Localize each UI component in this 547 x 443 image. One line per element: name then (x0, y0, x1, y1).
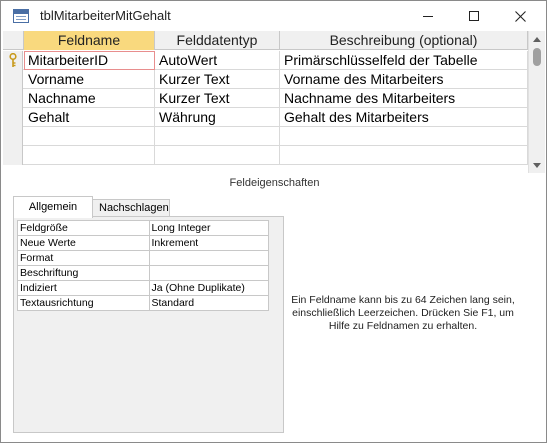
field-name-cell[interactable]: MitarbeiterID (24, 51, 155, 70)
property-value[interactable]: Ja (Ohne Duplikate) (148, 280, 270, 296)
table-row[interactable] (3, 146, 528, 165)
data-type-cell[interactable] (155, 127, 280, 146)
table-row[interactable]: Gehalt Währung Gehalt des Mitarbeiters (3, 108, 528, 127)
tab-allgemein[interactable]: Allgemein (13, 196, 93, 218)
field-name-cell[interactable] (24, 146, 155, 165)
description-cell[interactable]: Primärschlüsselfeld der Tabelle (280, 51, 528, 70)
property-value[interactable]: Standard (148, 295, 270, 311)
row-selector-header[interactable] (3, 31, 24, 50)
vertical-scrollbar[interactable] (528, 31, 545, 173)
row-selector[interactable] (3, 89, 23, 108)
property-name: Neue Werte (17, 235, 150, 251)
field-design-grid: Feldname Felddatentyp Beschreibung (opti… (3, 31, 545, 173)
property-row[interactable]: Neue Werte Inkrement (17, 235, 270, 251)
property-name: Format (17, 250, 150, 266)
properties-table: Feldgröße Long Integer Neue Werte Inkrem… (17, 220, 270, 311)
property-name: Textausrichtung (17, 295, 150, 311)
field-name-cell[interactable] (24, 127, 155, 146)
row-selector[interactable] (3, 70, 23, 89)
scrollbar-thumb[interactable] (533, 48, 541, 66)
row-selector[interactable] (3, 108, 23, 127)
property-help-text: Ein Feldname kann bis zu 64 Zeichen lang… (291, 294, 515, 332)
row-selector[interactable] (3, 127, 23, 146)
property-row[interactable]: Format (17, 250, 270, 266)
key-icon (9, 53, 17, 67)
description-cell[interactable] (280, 127, 528, 146)
field-properties-caption: Feldeigenschaften (229, 177, 320, 189)
data-type-cell[interactable]: Währung (155, 108, 280, 127)
table-row[interactable]: MitarbeiterID AutoWert Primärschlüsselfe… (3, 51, 528, 70)
column-header-felddatentyp[interactable]: Felddatentyp (155, 31, 280, 50)
description-cell[interactable] (280, 146, 528, 165)
close-icon (514, 10, 526, 22)
data-type-cell[interactable]: Kurzer Text (155, 89, 280, 108)
grid-header: Feldname Felddatentyp Beschreibung (opti… (3, 31, 528, 50)
field-name-cell[interactable]: Vorname (24, 70, 155, 89)
table-row[interactable] (3, 127, 528, 146)
table-row[interactable]: Nachname Kurzer Text Nachname des Mitarb… (3, 89, 528, 108)
table-design-window: tblMitarbeiterMitGehalt Feldname Felddat… (0, 0, 547, 443)
property-value[interactable]: Inkrement (148, 235, 270, 251)
data-type-cell[interactable]: AutoWert (155, 51, 280, 70)
maximize-icon (469, 11, 479, 21)
table-icon (13, 9, 29, 23)
description-cell[interactable]: Gehalt des Mitarbeiters (280, 108, 528, 127)
properties-panel: Feldgröße Long Integer Neue Werte Inkrem… (13, 216, 284, 433)
column-header-beschreibung[interactable]: Beschreibung (optional) (280, 31, 528, 50)
description-cell[interactable]: Nachname des Mitarbeiters (280, 89, 528, 108)
property-row[interactable]: Feldgröße Long Integer (17, 220, 270, 236)
scroll-down-arrow-icon[interactable] (533, 163, 541, 168)
property-value[interactable] (148, 265, 270, 281)
window-title: tblMitarbeiterMitGehalt (40, 8, 171, 23)
description-cell[interactable]: Vorname des Mitarbeiters (280, 70, 528, 89)
table-row[interactable]: Vorname Kurzer Text Vorname des Mitarbei… (3, 70, 528, 89)
row-selector[interactable] (3, 51, 23, 70)
maximize-button[interactable] (451, 1, 497, 31)
close-button[interactable] (497, 1, 543, 31)
data-type-cell[interactable]: Kurzer Text (155, 70, 280, 89)
minimize-icon (423, 15, 433, 17)
property-name: Feldgröße (17, 220, 150, 236)
column-header-feldname[interactable]: Feldname (24, 31, 155, 50)
field-name-cell[interactable]: Nachname (24, 89, 155, 108)
minimize-button[interactable] (405, 1, 451, 31)
property-row[interactable]: Beschriftung (17, 265, 270, 281)
row-selector[interactable] (3, 146, 23, 165)
property-row[interactable]: Indiziert Ja (Ohne Duplikate) (17, 280, 270, 296)
data-type-cell[interactable] (155, 146, 280, 165)
title-bar[interactable]: tblMitarbeiterMitGehalt (1, 1, 546, 31)
property-name: Indiziert (17, 280, 150, 296)
property-value[interactable] (148, 250, 270, 266)
field-name-cell[interactable]: Gehalt (24, 108, 155, 127)
property-row[interactable]: Textausrichtung Standard (17, 295, 270, 311)
property-value[interactable]: Long Integer (148, 220, 270, 236)
scroll-up-arrow-icon[interactable] (533, 37, 541, 42)
property-name: Beschriftung (17, 265, 150, 281)
tab-nachschlagen[interactable]: Nachschlagen (92, 199, 170, 217)
